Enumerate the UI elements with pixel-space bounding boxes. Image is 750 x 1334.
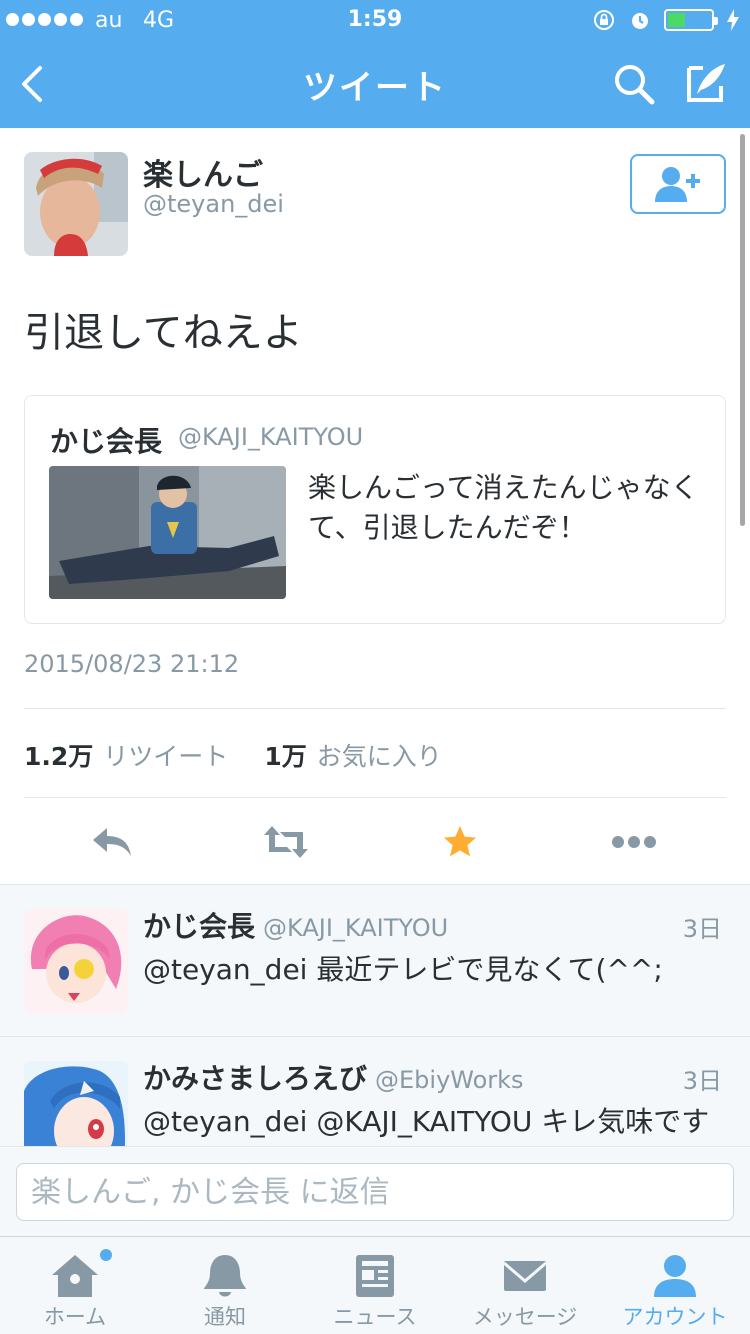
quoted-display-name: かじ会長 (50, 425, 163, 458)
tab-account[interactable]: アカウント (600, 1237, 750, 1334)
star-icon (444, 826, 476, 857)
tab-notifications[interactable]: 通知 (150, 1237, 300, 1334)
home-icon (52, 1255, 98, 1297)
quoted-text: 楽しんごって消えたんじゃなくて、引退したんだぞ！ (308, 471, 699, 544)
alarm-icon (632, 13, 648, 29)
reply-handle[interactable]: @KAJI_KAITYOU (263, 914, 448, 942)
charging-icon (727, 9, 739, 31)
author-display-name[interactable]: 楽しんご (143, 150, 263, 194)
retweet-count[interactable]: 1.2万 (24, 737, 93, 773)
reply-time: 3日 (682, 915, 722, 943)
envelope-icon (503, 1261, 547, 1291)
quoted-handle: @KAJI_KAITYOU (178, 423, 364, 451)
reply-display-name[interactable]: かみさましろえび (143, 1062, 367, 1095)
tweet-text: 引退してねえよ (24, 310, 303, 356)
tab-label: アカウント (622, 1305, 728, 1329)
reply-avatar[interactable] (24, 1061, 128, 1146)
status-icons (592, 8, 740, 32)
tweet-actions (0, 806, 750, 880)
reply-button[interactable] (88, 818, 136, 866)
divider (24, 797, 726, 798)
battery-icon (664, 9, 718, 31)
author-handle[interactable]: @teyan_dei (143, 190, 284, 218)
reply-input[interactable] (16, 1163, 734, 1221)
tab-label: ホーム (43, 1305, 107, 1329)
status-bar: au 4G 1:59 (0, 0, 750, 40)
reply-icon (93, 828, 131, 856)
follow-button[interactable] (630, 154, 726, 214)
bell-icon (204, 1255, 246, 1297)
reply-text: @teyan_dei @KAJI_KAITYOU キレ気味ですかわいそうな目で見… (143, 1105, 710, 1138)
tab-messages[interactable]: メッセージ (450, 1237, 600, 1334)
favorite-count[interactable]: 1万 (264, 737, 306, 773)
quoted-photo[interactable] (49, 466, 286, 599)
retweet-count-label[interactable]: リツイート (103, 737, 228, 773)
tweet-stats: 1.2万 リツイート 1万 お気に入り (24, 737, 442, 773)
reply-display-name[interactable]: かじ会長 (143, 910, 255, 943)
favorite-count-label[interactable]: お気に入り (317, 737, 442, 773)
news-icon (356, 1255, 394, 1297)
more-button[interactable] (610, 818, 658, 866)
tab-news[interactable]: ニュース (300, 1237, 450, 1334)
home-badge (100, 1249, 112, 1261)
reply-handle[interactable]: @EbiyWorks (375, 1066, 524, 1094)
tab-label: ニュース (333, 1305, 417, 1329)
reply-bar (0, 1146, 750, 1236)
retweet-button[interactable] (262, 818, 310, 866)
tweet-timestamp: 2015/08/23 21:12 (24, 650, 240, 678)
more-icon (612, 836, 656, 848)
person-icon (654, 1255, 696, 1297)
reply-item[interactable]: かじ会長 @KAJI_KAITYOU 3日 @teyan_dei 最近テレビで見な… (0, 885, 750, 1037)
search-icon[interactable] (610, 60, 658, 108)
top-bar: au 4G 1:59 ツイート (0, 0, 750, 128)
rotation-lock-icon (594, 10, 614, 30)
tab-label: メッセージ (472, 1305, 578, 1329)
scrollbar[interactable] (740, 134, 745, 526)
navigation-bar: ツイート (0, 40, 750, 128)
tab-home[interactable]: ホーム (0, 1237, 150, 1334)
retweet-icon (264, 826, 308, 858)
reply-text: @teyan_dei 最近テレビで見なくて(^^; (143, 953, 663, 986)
reply-item[interactable]: かみさましろえび @EbiyWorks 3日 @teyan_dei @KAJI_K… (0, 1037, 750, 1146)
reply-avatar[interactable] (24, 909, 128, 1013)
add-user-icon (655, 167, 700, 202)
tweet-detail-screen: { "status_bar": { "carrier": "au", "netw… (0, 0, 750, 1334)
quoted-tweet[interactable]: かじ会長 @KAJI_KAITYOU 楽しんごって消えたんじゃなくて、引退したん… (24, 395, 726, 624)
compose-icon[interactable] (683, 58, 731, 106)
tab-bar: ホーム 通知 ニュース メッセージ アカウント (0, 1236, 750, 1334)
author-avatar[interactable] (24, 152, 128, 256)
divider (24, 708, 726, 709)
reply-time: 3日 (682, 1067, 722, 1095)
reply-list: かじ会長 @KAJI_KAITYOU 3日 @teyan_dei 最近テレビで見な… (0, 884, 750, 1146)
favorite-button[interactable] (436, 818, 484, 866)
tab-label: 通知 (204, 1305, 246, 1329)
